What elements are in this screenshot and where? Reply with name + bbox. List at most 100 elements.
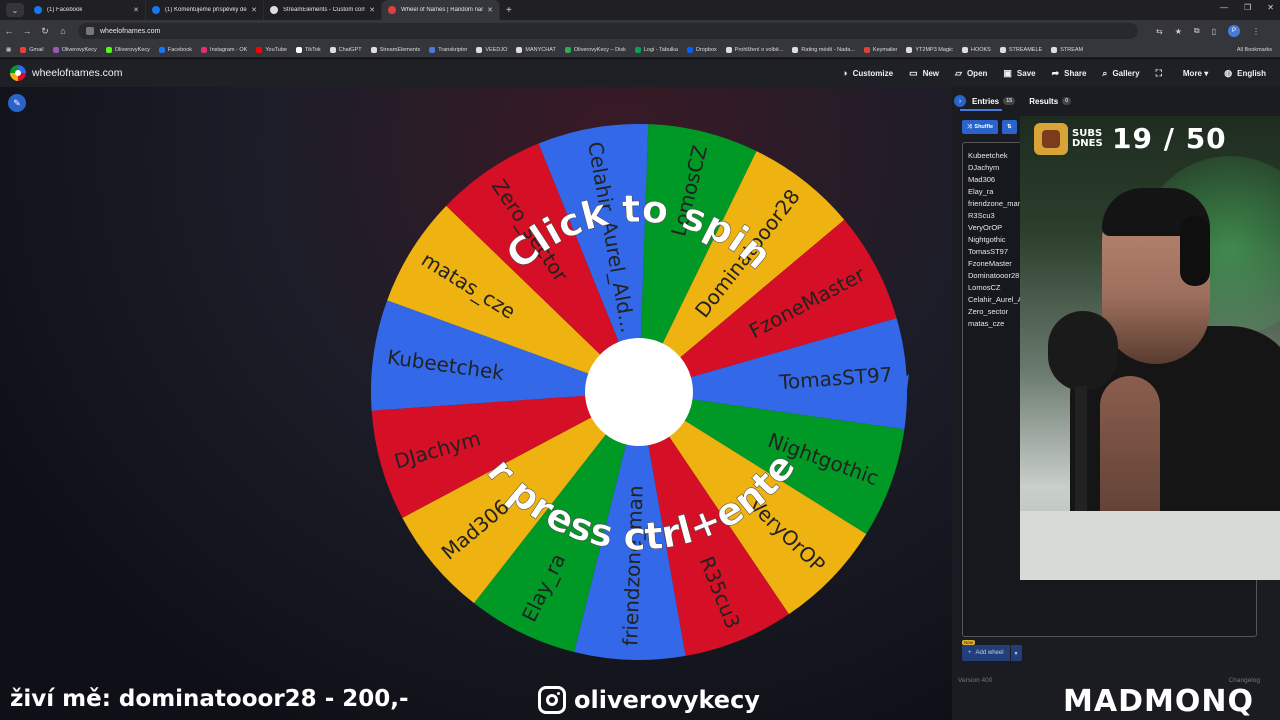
browser-menu-icon[interactable]: ⋮	[1252, 27, 1260, 36]
bookmark-item[interactable]: Gmail	[20, 46, 44, 53]
tab-close-icon[interactable]: ✕	[133, 6, 139, 14]
app-header: wheelofnames.com ◑ Customize ▭ New ▱ Open ▣ Sav…	[0, 59, 1280, 87]
palette-icon: ◑	[842, 68, 848, 78]
back-icon[interactable]: ←	[0, 26, 18, 36]
url-input[interactable]: wheelofnames.com	[78, 23, 1138, 39]
menu-item[interactable]: ▣ Save	[1003, 68, 1035, 79]
sidepanel-icon[interactable]: ▯	[1212, 27, 1216, 36]
menu-item[interactable]: ⌕ Gallery	[1102, 68, 1139, 79]
maximize-icon[interactable]: ❐	[1244, 3, 1251, 12]
window-controls: — ❐ ✕	[1220, 3, 1274, 12]
site-info-icon[interactable]	[86, 27, 94, 35]
forward-icon[interactable]: →	[18, 26, 36, 36]
bookmark-star-icon[interactable]: ★	[1175, 27, 1182, 36]
bookmark-item[interactable]: Facebook	[158, 46, 192, 53]
share-icon: ➦	[1051, 67, 1060, 78]
all-bookmarks[interactable]: All Bookmarks	[1237, 47, 1272, 53]
minimize-icon[interactable]: —	[1220, 3, 1228, 12]
bookmark-item[interactable]: Prohlížení o volbě...	[725, 46, 783, 53]
wheel-graphic[interactable]: TomasST97NightgothicVeryOrOPR35cu3friend…	[356, 87, 909, 662]
browser-tab[interactable]: Wheel of Names | Random nam ✕	[382, 0, 500, 20]
wheel-hub[interactable]	[585, 338, 693, 446]
bookmark-item[interactable]: OliverovyKecy	[52, 46, 97, 53]
bookmark-item[interactable]: StreamElements	[370, 46, 420, 53]
translate-icon[interactable]: ⇆	[1156, 27, 1163, 36]
menu-item[interactable]: ▭ New	[909, 68, 939, 79]
tab-close-icon[interactable]: ✕	[369, 6, 375, 14]
extensions-icon[interactable]: ⧉	[1194, 26, 1200, 36]
tab-close-icon[interactable]: ✕	[251, 6, 257, 14]
wheel[interactable]: TomasST97 Nightgothic VeryOrOP R35cu3 friend…	[356, 87, 909, 662]
bookmark-item[interactable]: YouTube	[256, 46, 287, 53]
bookmark-favicon-icon	[687, 46, 693, 53]
tab-results[interactable]: Results 0	[1029, 97, 1072, 106]
shuffle-icon: ⤨	[967, 123, 972, 130]
bookmark-item[interactable]: OliverovyKecy – Disk	[564, 46, 626, 53]
menu-item[interactable]: ◍ English	[1224, 68, 1266, 79]
menu-item[interactable]: More ▾	[1183, 69, 1208, 78]
bookmark-label: STREAM	[1060, 46, 1084, 53]
bookmark-item[interactable]: Transkriptor	[429, 46, 468, 53]
bookmark-label: YouTube	[265, 46, 287, 53]
new-tab-icon[interactable]: +	[506, 5, 512, 16]
menu-item[interactable]: ▱ Open	[955, 68, 987, 79]
browser-tab[interactable]: (1) Komentujeme příspěvky de ✕	[146, 0, 264, 20]
bookmark-label: Logi - Tabulka	[643, 46, 678, 53]
bookmark-item[interactable]: YT2MP3 Magic	[906, 46, 953, 53]
add-wheel-dropdown-icon[interactable]: ▾	[1009, 645, 1022, 661]
bookmark-item[interactable]: Rating médií - Nada...	[792, 46, 855, 53]
menu-item[interactable]: ⛶	[1156, 68, 1167, 79]
tab-entries-label: Entries	[972, 96, 1000, 106]
shuffle-button[interactable]: ⤨ Shuffle	[962, 120, 999, 134]
stream-bottom-bar: živí mě: dominatooor28 - 200,- oliverovy…	[0, 680, 1280, 720]
new-badge: New	[962, 640, 976, 645]
apps-icon[interactable]: ▦	[6, 47, 11, 53]
fullscreen-icon: ⛶	[1155, 67, 1162, 78]
tab-favicon-icon	[34, 6, 42, 14]
subs-label: SUBS DNES	[1072, 127, 1103, 149]
bookmark-item[interactable]: Dropbox	[687, 46, 717, 53]
instagram-icon	[538, 686, 566, 714]
bookmark-item[interactable]: Instagram - OK	[201, 46, 247, 53]
browser-tab[interactable]: StreamElements - Custom com ✕	[264, 0, 382, 20]
bookmark-item[interactable]: Logi - Tabulka	[634, 46, 678, 53]
bookmark-item[interactable]: STREAM	[1051, 46, 1084, 53]
bookmark-label: Rating médií - Nada...	[801, 46, 855, 53]
reload-icon[interactable]: ↻	[36, 26, 54, 37]
bookmark-item[interactable]: STREAMELE	[999, 46, 1042, 53]
tab-strip: (1) Facebook ✕ (1) Komentujeme příspěvky d…	[28, 0, 500, 20]
entries-count-badge: 15	[1003, 97, 1016, 105]
desk	[1020, 511, 1280, 580]
bookmark-favicon-icon	[370, 46, 377, 53]
tab-close-icon[interactable]: ✕	[487, 6, 493, 14]
bookmark-item[interactable]: Keymailer	[863, 46, 897, 53]
menu-item[interactable]: ➦ Share	[1052, 68, 1087, 79]
bookmark-item[interactable]: VEEDJO	[476, 46, 507, 53]
tab-entries[interactable]: Entries 15	[972, 96, 1016, 106]
bookmark-item[interactable]: OliverovyKecy	[105, 46, 150, 53]
tab-title: (1) Komentujeme příspěvky de	[165, 7, 247, 13]
collapse-panel-icon[interactable]: ›	[954, 95, 966, 107]
add-wheel-button[interactable]: + Add wheel	[962, 645, 1010, 661]
edit-pencil-icon[interactable]: ✎	[8, 94, 26, 112]
bookmark-item[interactable]: HOOKS	[961, 46, 991, 53]
home-icon[interactable]: ⌂	[54, 26, 72, 36]
toolbar-icons: ⇆ ★ ⧉ ▯ P ⋮	[1156, 25, 1260, 37]
webcam-overlay	[1020, 116, 1280, 580]
bookmark-item[interactable]: TikTok	[295, 46, 321, 53]
bookmark-item[interactable]: MANYCHAT	[516, 46, 556, 53]
sort-button[interactable]: ⇅	[1002, 120, 1017, 134]
bookmark-item[interactable]: ChatGPT	[329, 46, 362, 53]
bookmark-label: OliverovyKecy	[61, 46, 97, 53]
site-name[interactable]: wheelofnames.com	[32, 67, 122, 79]
bookmark-favicon-icon	[295, 46, 302, 53]
menu-item[interactable]: ◑ Customize	[842, 68, 893, 78]
menu-item-label: Share	[1064, 68, 1087, 78]
tab-search-icon[interactable]: ⌄	[6, 3, 24, 17]
results-count-badge: 0	[1062, 97, 1072, 105]
close-window-icon[interactable]: ✕	[1267, 3, 1274, 12]
bookmark-label: Transkriptor	[438, 46, 468, 53]
wheel-logo-icon[interactable]	[10, 65, 26, 81]
browser-tab[interactable]: (1) Facebook ✕	[28, 0, 146, 20]
profile-avatar[interactable]: P	[1228, 25, 1240, 37]
